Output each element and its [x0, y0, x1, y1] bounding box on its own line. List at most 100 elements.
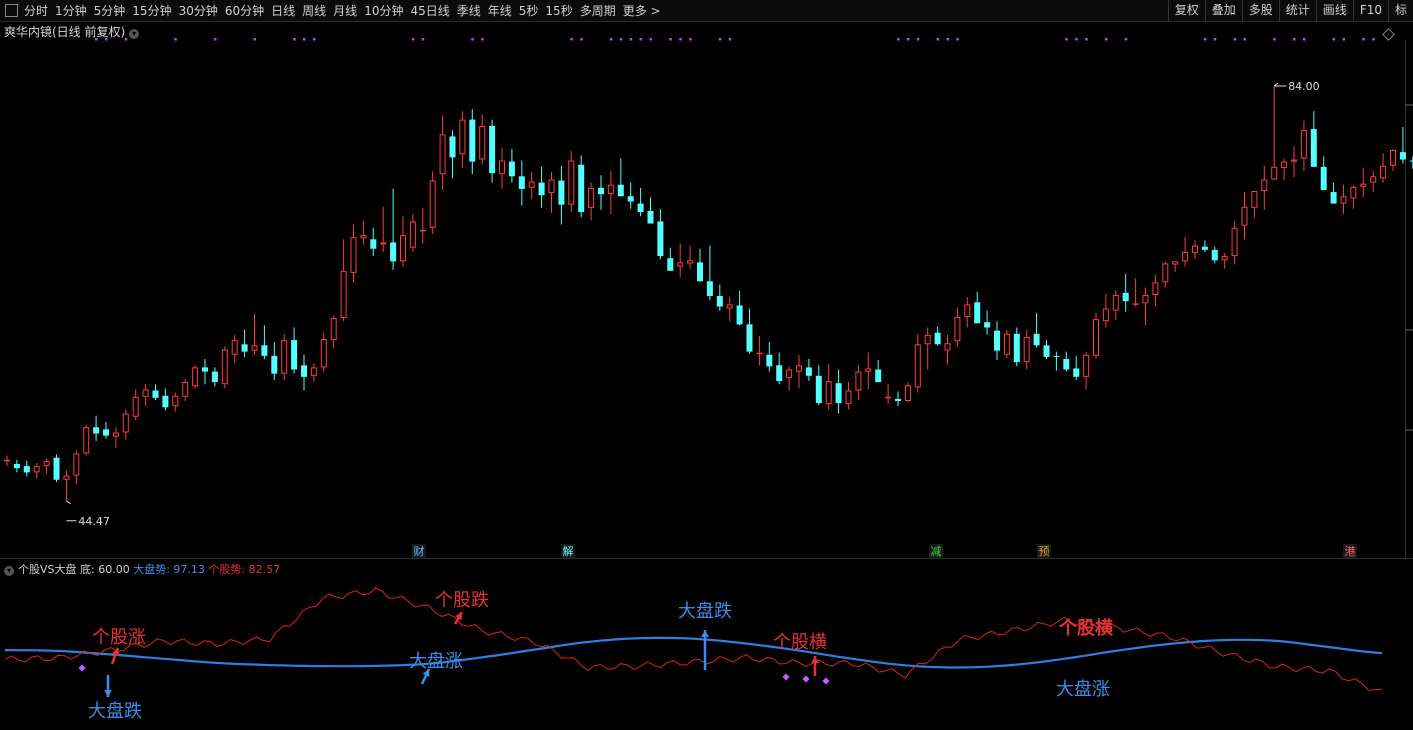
signal-marker-6	[293, 38, 296, 41]
candle-body-140	[1390, 150, 1396, 166]
candle-body-45	[449, 136, 456, 158]
candle-14	[142, 384, 149, 407]
signal-marker-40	[1273, 38, 1276, 41]
annotation-arrowhead-4	[701, 630, 709, 638]
candle-112	[1112, 290, 1119, 321]
candle-48	[479, 114, 486, 165]
candle-body-95	[944, 343, 951, 351]
max-price-label: 84.00	[1288, 80, 1320, 93]
signal-marker-2	[124, 38, 128, 41]
signal-marker-13	[570, 38, 573, 41]
candle-body-97	[964, 304, 971, 317]
candle-body-110	[1093, 319, 1099, 356]
candle-3	[33, 462, 40, 479]
candle-35	[350, 224, 357, 283]
signal-marker-42	[1302, 38, 1306, 41]
candle-body-49	[489, 125, 496, 174]
candle-137	[1360, 167, 1367, 198]
annotation-4: 大盘跌	[678, 601, 732, 622]
candles	[4, 86, 1413, 501]
candle-body-46	[459, 119, 466, 155]
candle-body-85	[845, 390, 852, 405]
candle-body-105	[1043, 345, 1050, 357]
candle-52	[518, 160, 525, 206]
candle-body-11	[112, 432, 119, 437]
candle-body-77	[766, 354, 773, 367]
candle-72	[716, 284, 723, 311]
candle-body-60	[598, 187, 604, 195]
candle-85	[845, 382, 852, 410]
candle-39	[390, 188, 397, 270]
candle-body-73	[726, 304, 733, 309]
candle-121	[1201, 240, 1208, 252]
candle-body-21	[211, 371, 218, 383]
candle-25	[251, 313, 258, 355]
signal-marker-18	[639, 38, 643, 41]
candle-108	[1073, 355, 1080, 380]
candle-20	[202, 359, 208, 385]
candle-body-119	[1182, 251, 1189, 262]
candle-42	[419, 207, 426, 244]
event-marker-4: 港	[1343, 544, 1357, 558]
signal-marker-28	[936, 38, 940, 41]
candle-31	[310, 363, 317, 383]
candle-87	[865, 352, 872, 390]
annotation-5: 个股横	[773, 632, 827, 653]
candle-body-18	[182, 382, 189, 397]
candle-94	[934, 326, 941, 346]
candle-body-38	[380, 242, 387, 245]
candle-127	[1261, 165, 1268, 210]
candle-71	[706, 245, 713, 301]
candle-body-122	[1211, 249, 1218, 261]
candle-79	[786, 366, 793, 391]
candle-body-125	[1241, 206, 1248, 226]
candle-22	[221, 346, 228, 389]
candle-105	[1043, 340, 1050, 359]
candle-body-40	[400, 235, 406, 262]
candle-body-106	[1053, 355, 1060, 357]
candle-body-65	[647, 210, 654, 224]
event-label-0: 财	[414, 544, 425, 558]
candle-body-112	[1112, 294, 1119, 311]
candle-128	[1271, 86, 1278, 181]
signal-marker-25	[897, 38, 900, 41]
candle-body-111	[1102, 308, 1109, 322]
candle-74	[736, 290, 743, 326]
chart-canvas[interactable]: 84.0044.47财解减预港个股涨大盘跌个股跌大盘涨大盘跌个股横个股横大盘涨	[0, 0, 1413, 730]
candle-78	[776, 352, 783, 385]
candle-body-102	[1013, 333, 1020, 363]
candle-body-8	[83, 427, 90, 454]
candle-110	[1093, 312, 1099, 359]
candle-46	[459, 111, 466, 168]
candle-29	[291, 327, 298, 374]
candle-109	[1083, 351, 1090, 390]
signal-marker-44	[1342, 38, 1345, 41]
annotation-1: 大盘跌	[88, 701, 142, 722]
candle-80	[796, 354, 802, 389]
candle-88	[875, 360, 882, 383]
candle-body-109	[1083, 354, 1090, 377]
candle-34	[340, 239, 347, 322]
candle-123	[1221, 252, 1228, 269]
candle-81	[805, 359, 812, 382]
candle-body-16	[162, 395, 169, 408]
annotation-3: 大盘涨	[409, 651, 463, 672]
candle-50	[499, 147, 505, 189]
candle-4	[43, 458, 50, 474]
event-label-1: 解	[563, 544, 574, 558]
candle-body-104	[1033, 333, 1040, 346]
candle-body-75	[746, 324, 753, 352]
candle-67	[667, 247, 674, 271]
candle-117	[1162, 261, 1169, 288]
signal-marker-7	[303, 38, 306, 41]
signal-marker-11	[471, 38, 474, 41]
candle-41	[409, 214, 416, 252]
candle-body-27	[271, 355, 278, 374]
candle-120	[1192, 240, 1198, 260]
candle-body-87	[865, 368, 872, 372]
candle-45	[449, 130, 456, 179]
candle-96	[954, 307, 961, 347]
candle-body-128	[1271, 166, 1278, 180]
candle-130	[1291, 145, 1297, 178]
candle-27	[271, 342, 278, 380]
